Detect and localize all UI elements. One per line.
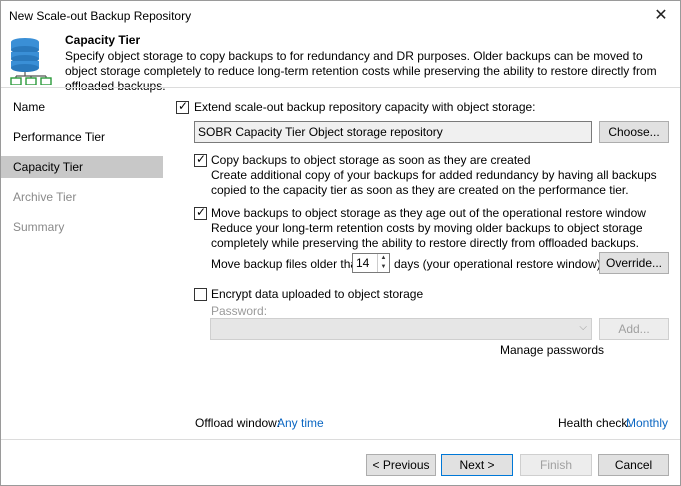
title-bar: New Scale-out Backup Repository ✕ xyxy=(1,1,680,31)
cancel-button[interactable]: Cancel xyxy=(598,454,669,476)
health-check-link[interactable]: Monthly xyxy=(626,416,668,430)
encrypt-data-label: Encrypt data uploaded to object storage xyxy=(211,287,424,301)
add-password-button: Add... xyxy=(599,318,669,340)
choose-button[interactable]: Choose... xyxy=(599,121,669,143)
offload-window-link[interactable]: Any time xyxy=(277,416,324,430)
object-storage-repository-field[interactable]: SOBR Capacity Tier Object storage reposi… xyxy=(194,121,592,143)
header-divider xyxy=(1,87,680,88)
close-button[interactable]: ✕ xyxy=(646,3,676,29)
move-backups-label: Move backups to object storage as they a… xyxy=(211,206,646,220)
previous-button[interactable]: < Previous xyxy=(366,454,436,476)
checkmark-icon: ✓ xyxy=(196,152,207,166)
password-dropdown: ⌵ xyxy=(210,318,592,340)
move-backups-checkbox[interactable]: ✓ xyxy=(194,205,207,220)
copy-backups-label: Copy backups to object storage as soon a… xyxy=(211,153,531,167)
repository-storage-icon xyxy=(10,38,52,85)
checkmark-icon: ✓ xyxy=(196,205,207,219)
wizard-header: Capacity Tier Specify object storage to … xyxy=(1,31,680,93)
chevron-down-icon: ⌵ xyxy=(579,322,587,333)
nav-step-archive-tier: Archive Tier xyxy=(13,190,77,204)
close-icon: ✕ xyxy=(654,7,668,24)
page-title: Capacity Tier xyxy=(65,33,141,47)
wizard-steps-nav: Name Performance Tier Capacity Tier Arch… xyxy=(1,89,164,439)
nav-step-performance-tier[interactable]: Performance Tier xyxy=(1,126,163,148)
move-older-prefix: Move backup files older than xyxy=(211,257,364,271)
move-backups-description: Reduce your long-term retention costs by… xyxy=(211,221,643,250)
window-title: New Scale-out Backup Repository xyxy=(9,9,192,23)
wizard-window: New Scale-out Backup Repository ✕ Capaci… xyxy=(0,0,681,486)
move-older-suffix: days (your operational restore window) xyxy=(394,257,601,271)
stepper-arrows-icon[interactable]: ▲ ▼ xyxy=(377,254,389,272)
nav-step-capacity-tier[interactable]: Capacity Tier xyxy=(1,156,163,178)
nav-step-summary: Summary xyxy=(13,220,65,234)
nav-step-name[interactable]: Name xyxy=(1,96,163,118)
manage-passwords-link[interactable]: Manage passwords xyxy=(500,343,604,357)
finish-button: Finish xyxy=(520,454,592,476)
health-check-label: Health check: xyxy=(558,416,631,430)
copy-backups-checkbox[interactable]: ✓ xyxy=(194,152,207,167)
next-button[interactable]: Next > xyxy=(441,454,513,476)
copy-backups-description: Create additional copy of your backups f… xyxy=(211,168,657,197)
encrypt-data-checkbox[interactable] xyxy=(194,288,207,301)
password-label: Password: xyxy=(211,304,268,318)
checkmark-icon: ✓ xyxy=(178,99,189,113)
extend-capacity-checkbox[interactable]: ✓ xyxy=(176,99,189,114)
operational-window-days-stepper[interactable]: 14 ▲ ▼ xyxy=(352,253,390,273)
footer-divider xyxy=(1,439,680,440)
override-button[interactable]: Override... xyxy=(599,252,669,274)
extend-capacity-label: Extend scale-out backup repository capac… xyxy=(194,100,536,114)
offload-window-label: Offload window: xyxy=(195,416,281,430)
